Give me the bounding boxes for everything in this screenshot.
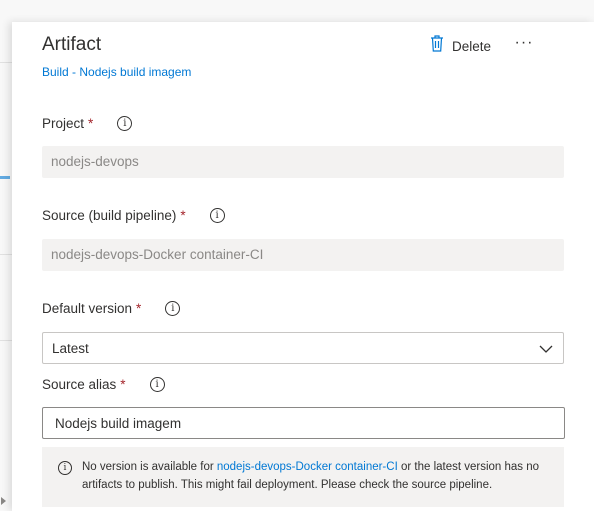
divider bbox=[0, 340, 12, 341]
source-alias-label: Source alias bbox=[42, 377, 117, 392]
source-label-row: Source (build pipeline) * i bbox=[42, 208, 225, 223]
info-icon[interactable]: i bbox=[165, 301, 181, 316]
artifact-panel: Artifact Build - Nodejs build imagem Del… bbox=[12, 22, 594, 511]
chevron-down-icon bbox=[539, 342, 553, 357]
required-mark: * bbox=[136, 301, 142, 316]
default-version-label-row: Default version * i bbox=[42, 301, 181, 316]
panel-title: Artifact bbox=[42, 34, 102, 55]
scroll-arrow-icon[interactable] bbox=[1, 497, 6, 505]
delete-label: Delete bbox=[452, 38, 492, 54]
background-accent bbox=[0, 176, 10, 179]
info-icon: i bbox=[58, 461, 72, 475]
project-label: Project bbox=[42, 116, 85, 131]
trash-icon bbox=[430, 35, 444, 57]
default-version-dropdown[interactable]: Latest bbox=[42, 332, 564, 364]
divider bbox=[0, 254, 12, 255]
default-version-label: Default version bbox=[42, 301, 133, 316]
info-icon[interactable]: i bbox=[117, 116, 133, 131]
source-label: Source (build pipeline) bbox=[42, 208, 177, 223]
warning-text-before: No version is available for bbox=[82, 461, 217, 473]
required-mark: * bbox=[180, 208, 186, 223]
project-field: nodejs-devops bbox=[42, 146, 564, 178]
project-label-row: Project * i bbox=[42, 116, 133, 131]
info-icon[interactable]: i bbox=[209, 208, 225, 223]
source-alias-label-row: Source alias * i bbox=[42, 377, 165, 392]
panel-subtitle-link[interactable]: Build - Nodejs build imagem bbox=[42, 65, 191, 79]
source-field: nodejs-devops-Docker container-CI bbox=[42, 239, 564, 271]
warning-message: i No version is available for nodejs-dev… bbox=[42, 447, 564, 507]
info-icon[interactable]: i bbox=[149, 377, 165, 392]
divider bbox=[0, 62, 12, 63]
required-mark: * bbox=[120, 377, 126, 392]
source-alias-input[interactable] bbox=[42, 407, 565, 439]
required-mark: * bbox=[88, 116, 94, 131]
delete-button[interactable]: Delete bbox=[430, 35, 492, 57]
source-pipeline-link[interactable]: nodejs-devops-Docker container-CI bbox=[217, 461, 401, 473]
background-page bbox=[0, 0, 12, 511]
page-top-bar bbox=[0, 0, 594, 22]
more-options-button[interactable]: ··· bbox=[512, 34, 536, 54]
default-version-value: Latest bbox=[52, 341, 89, 356]
